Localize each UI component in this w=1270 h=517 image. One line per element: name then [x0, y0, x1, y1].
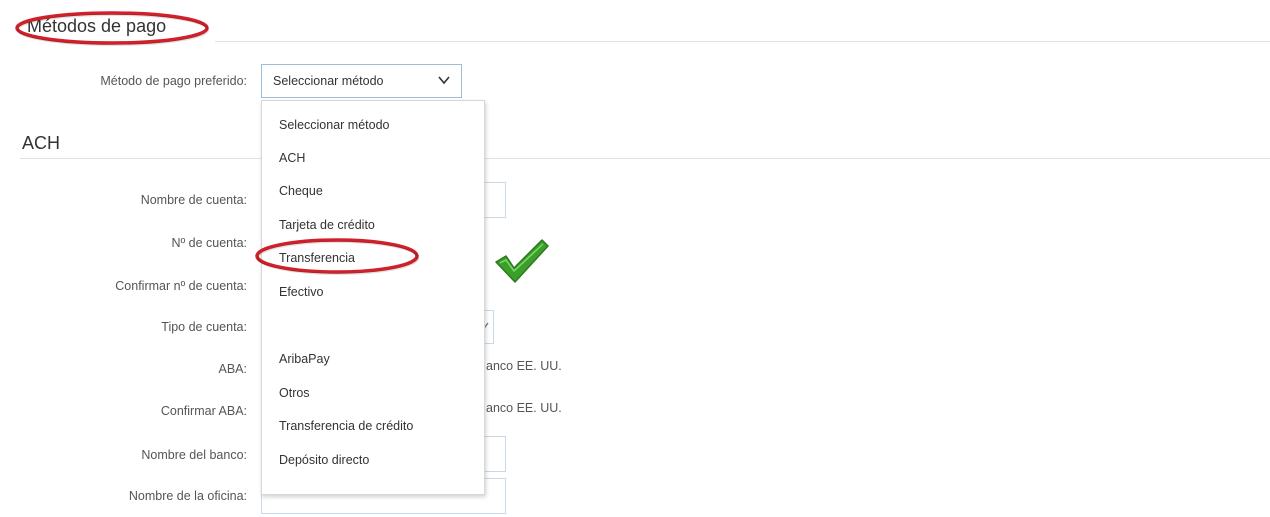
preferred-method-label: Método de pago preferido:: [100, 74, 247, 88]
aba-label: ABA:: [218, 362, 248, 376]
bank-name-label: Nombre del banco:: [141, 448, 247, 462]
account-type-label: Tipo de cuenta:: [161, 320, 247, 334]
ach-divider: [20, 158, 1270, 159]
account-name-label: Nombre de cuenta:: [140, 193, 247, 207]
option-transferencia[interactable]: Transferencia: [279, 251, 355, 265]
confirm-aba-hint: anco EE. UU.: [486, 401, 562, 415]
option-efectivo[interactable]: Efectivo: [279, 285, 323, 299]
payment-methods-divider: [215, 41, 1270, 42]
option-ach[interactable]: ACH: [279, 151, 305, 165]
option-tarjeta-de-credito[interactable]: Tarjeta de crédito: [279, 218, 375, 232]
preferred-method-select[interactable]: Seleccionar método: [261, 64, 462, 98]
ach-title: ACH: [22, 133, 61, 153]
account-number-label: Nº de cuenta:: [171, 236, 247, 250]
payment-methods-title: Métodos de pago: [27, 16, 167, 36]
option-transferencia-de-credito[interactable]: Transferencia de crédito: [279, 419, 413, 433]
check-icon: [495, 239, 549, 283]
preferred-method-value: Seleccionar método: [273, 74, 384, 88]
option-otros[interactable]: Otros: [279, 386, 310, 400]
aba-hint: anco EE. UU.: [486, 359, 562, 373]
chevron-down-icon: [438, 76, 450, 85]
option-seleccionar-metodo[interactable]: Seleccionar método: [279, 118, 389, 132]
option-deposito-directo[interactable]: Depósito directo: [279, 453, 369, 467]
payment-method-dropdown[interactable]: Seleccionar método ACH Cheque Tarjeta de…: [261, 100, 485, 495]
option-aribapay[interactable]: AribaPay: [279, 352, 330, 366]
branch-name-label: Nombre de la oficina:: [128, 489, 247, 503]
confirm-account-number-label: Confirmar nº de cuenta:: [115, 279, 247, 293]
option-cheque[interactable]: Cheque: [279, 184, 323, 198]
confirm-aba-label: Confirmar ABA:: [160, 404, 247, 418]
